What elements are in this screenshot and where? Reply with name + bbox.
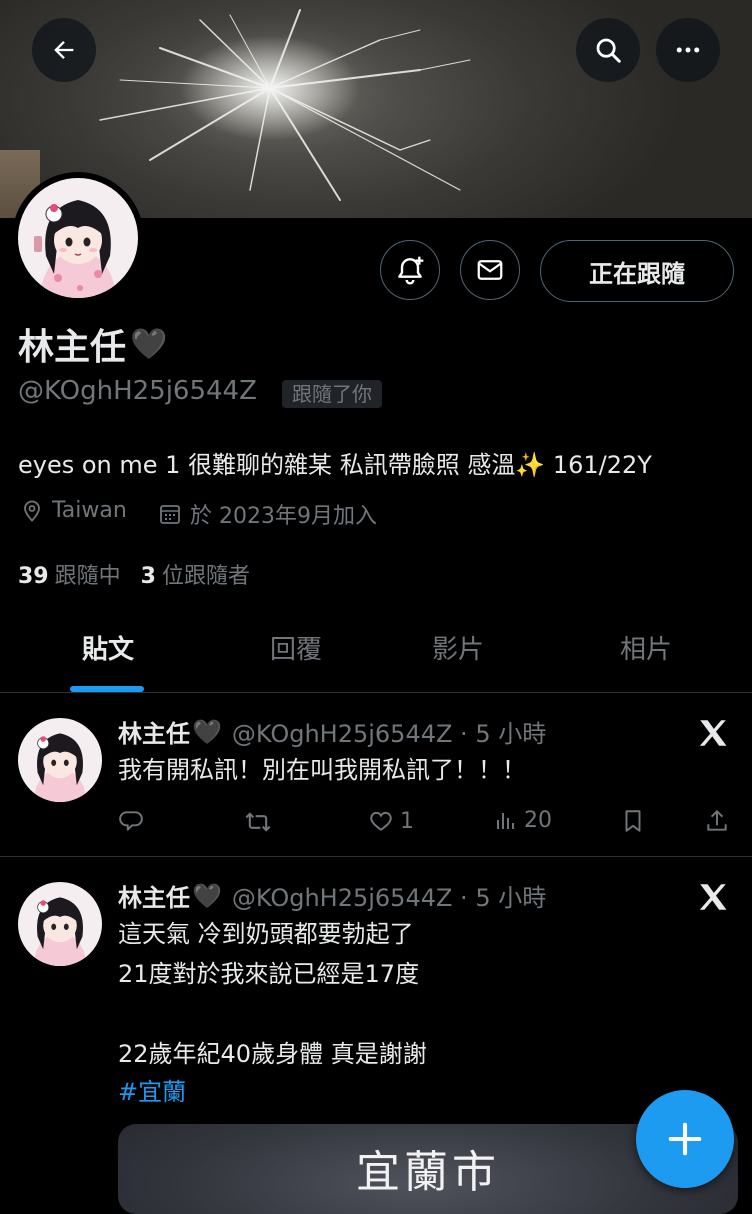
tab-videos[interactable]: 影片 (390, 614, 526, 692)
tab-replies[interactable]: 回覆 (228, 614, 364, 692)
post-author-name[interactable]: 林主任 (118, 878, 190, 913)
post-text: 我有開私訊！別在叫我開私訊了！！！ (118, 756, 526, 784)
reply-icon (119, 811, 143, 831)
profile-bio: eyes on me 1 很難聊的雜某 私訊帶臉照 感溫✨ 161/22Y (18, 451, 652, 479)
following-label: 跟隨中 (54, 564, 121, 589)
followers-count: 3 (140, 564, 156, 589)
profile-avatar[interactable] (12, 172, 144, 304)
post-hashtag[interactable]: #宜蘭 (118, 1072, 186, 1107)
post-avatar[interactable] (18, 882, 102, 966)
tab-posts[interactable]: 貼文 (40, 614, 176, 692)
views-button[interactable]: 20 (494, 808, 552, 833)
post-actions: 1 20 (118, 808, 738, 838)
post-text: 這天氣 冷到奶頭都要勃起了 21度對於我來說已經是17度 22歲年紀40歲身體 … (118, 920, 427, 1068)
more-button[interactable] (656, 18, 720, 82)
view-count: 20 (524, 808, 552, 833)
mail-icon (477, 260, 503, 280)
avatar-illustration (18, 882, 102, 966)
avatar-illustration (18, 718, 102, 802)
joined-text: 於 2023年9月加入 (190, 504, 377, 529)
active-tab-indicator (70, 686, 144, 692)
post-header: 林主任 🖤 @KOghH25j6544Z · 5 小時 (118, 878, 546, 913)
post-avatar[interactable] (18, 718, 102, 802)
compose-button[interactable] (636, 1090, 734, 1188)
post-header: 林主任 🖤 @KOghH25j6544Z · 5 小時 (118, 714, 546, 749)
message-button[interactable] (460, 240, 520, 300)
reply-button[interactable] (118, 808, 144, 834)
post-author-name[interactable]: 林主任 (118, 714, 190, 749)
avatar-illustration (18, 178, 138, 298)
profile-joined: 於 2023年9月加入 (158, 498, 377, 530)
share-button[interactable] (704, 808, 730, 834)
bell-plus-icon (398, 256, 424, 285)
location-text: Taiwan (52, 498, 127, 523)
profile-name-text: 林主任 (18, 327, 127, 368)
location-pin-icon (24, 500, 40, 522)
like-count: 1 (400, 808, 414, 834)
tab-photos[interactable]: 相片 (578, 614, 714, 692)
following-button[interactable]: 正在跟隨 (540, 240, 734, 302)
like-button[interactable]: 1 (368, 808, 414, 834)
following-count: 39 (18, 564, 49, 589)
bookmark-icon (625, 810, 641, 832)
back-button[interactable] (32, 18, 96, 82)
search-icon (596, 38, 621, 63)
post-divider (0, 856, 752, 857)
heart-icon (370, 811, 392, 831)
profile-name: 林主任 🖤 (18, 318, 167, 370)
bookmark-button[interactable] (620, 808, 646, 834)
follows-you-badge: 跟隨了你 (282, 380, 382, 408)
profile-tabs: 貼文 回覆 影片 相片 (0, 614, 752, 693)
followers-stat[interactable]: 3 位跟隨者 (141, 558, 250, 590)
post-author-emoji: 🖤 (192, 717, 222, 746)
x-logo-icon (699, 720, 727, 746)
profile-location: Taiwan (20, 498, 127, 523)
views-icon (497, 812, 514, 829)
x-logo-icon (699, 884, 727, 910)
post-meta: @KOghH25j6544Z · 5 小時 (231, 720, 547, 748)
back-arrow-icon (54, 41, 74, 59)
following-stat[interactable]: 39 跟隨中 (18, 558, 121, 590)
notify-button[interactable] (380, 240, 440, 300)
retweet-icon (245, 812, 271, 832)
profile-handle: @KOghH25j6544Z (18, 376, 257, 406)
share-icon (707, 809, 727, 831)
plus-icon (668, 1122, 702, 1156)
search-button[interactable] (576, 18, 640, 82)
retweet-button[interactable] (244, 808, 272, 836)
followers-label: 位跟隨者 (161, 564, 250, 589)
more-icon (676, 47, 700, 53)
calendar-icon (160, 505, 180, 524)
profile-name-emoji: 🖤 (130, 326, 168, 362)
post-author-emoji: 🖤 (192, 881, 222, 910)
post-meta: @KOghH25j6544Z · 5 小時 (231, 884, 547, 912)
profile-stats: 39 跟隨中 3 位跟隨者 (18, 558, 250, 590)
